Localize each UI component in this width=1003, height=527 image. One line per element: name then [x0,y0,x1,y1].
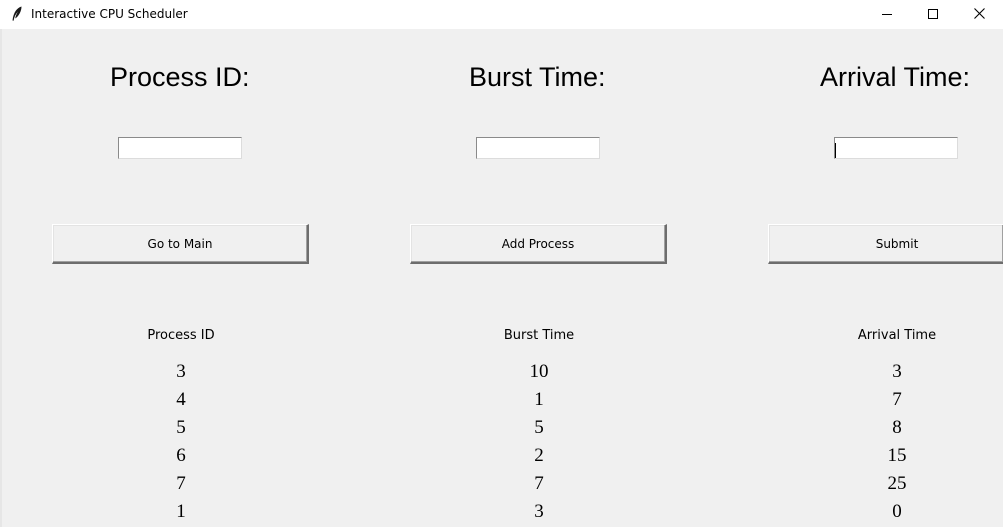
table-cell: 7 [892,389,902,410]
arrival-time-column: 3 7 8 15 25 0 [837,358,957,526]
table-cell: 4 [176,389,186,410]
table-cell: 3 [534,501,544,522]
arrival-time-input[interactable] [834,137,958,159]
process-id-heading: Process ID: [110,62,250,92]
table-cell: 1 [534,389,544,410]
close-icon [973,6,985,24]
process-id-input[interactable] [118,137,242,159]
table-cell: 3 [176,361,186,382]
table-cell: 7 [534,473,544,494]
table-cell: 1 [176,501,186,522]
close-button[interactable] [956,0,1002,29]
burst-time-heading: Burst Time: [469,62,606,92]
title-bar[interactable]: Interactive CPU Scheduler [0,0,1003,29]
table-cell: 5 [176,417,186,438]
maximize-icon [928,6,938,24]
table-cell: 2 [534,445,544,466]
text-cursor [835,143,836,158]
table-cell: 25 [887,473,907,494]
burst-time-column-header: Burst Time [503,328,575,343]
scheduler-window: Interactive CPU Scheduler Process ID: Bu… [0,0,1003,527]
table-cell: 15 [887,445,907,466]
table-cell: 7 [176,473,186,494]
window-title: Interactive CPU Scheduler [31,7,188,21]
add-process-button[interactable]: Add Process [410,224,667,264]
arrival-time-column-header: Arrival Time [857,328,937,343]
table-cell: 5 [534,417,544,438]
table-cell: 10 [529,361,549,382]
feather-icon [11,6,23,22]
table-cell: 3 [892,361,902,382]
table-cell: 0 [892,501,902,522]
table-cell: 8 [892,417,902,438]
maximize-button[interactable] [910,0,956,29]
submit-button[interactable]: Submit [768,224,1003,264]
table-cell: 6 [176,445,186,466]
burst-time-column: 10 1 5 2 7 3 [479,358,599,526]
burst-time-input[interactable] [476,137,600,159]
arrival-time-heading: Arrival Time: [820,62,971,92]
process-id-column-header: Process ID [147,328,215,343]
minimize-button[interactable] [864,0,910,29]
window-edge [0,29,2,527]
minimize-icon [882,6,892,24]
go-to-main-button[interactable]: Go to Main [52,224,309,264]
process-id-column: 3 4 5 6 7 1 [121,358,241,526]
